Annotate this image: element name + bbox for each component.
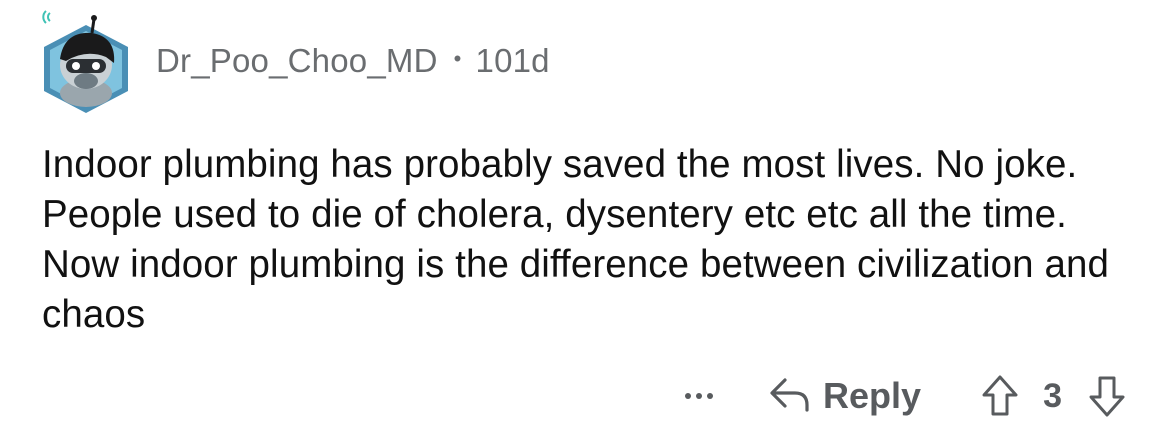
vote-score: 3 — [1043, 376, 1062, 415]
ellipsis-icon — [685, 393, 692, 399]
downvote-arrow-icon[interactable] — [1088, 374, 1126, 418]
comment-body: Indoor plumbing has probably saved the m… — [42, 143, 1109, 336]
comment: Dr_Poo_Choo_MD • 101d Indoor plumbing ha… — [0, 0, 1170, 432]
comment-age: 101d — [475, 42, 550, 79]
reply-arrow-icon — [769, 376, 811, 417]
comment-header: Dr_Poo_Choo_MD • 101d — [36, 6, 550, 116]
author-name[interactable]: Dr_Poo_Choo_MD — [156, 42, 438, 80]
reply-button[interactable]: Reply — [769, 375, 921, 417]
more-options-button[interactable] — [685, 376, 714, 416]
ellipsis-icon-dot — [696, 393, 703, 399]
ellipsis-icon-dot — [707, 393, 714, 399]
vote-controls: 3 — [981, 374, 1126, 418]
avatar[interactable] — [36, 9, 136, 113]
meta-separator: • — [453, 46, 462, 71]
comment-actions: Reply 3 — [685, 368, 1126, 424]
upvote-arrow-icon[interactable] — [981, 374, 1019, 418]
comment-meta: Dr_Poo_Choo_MD • 101d — [156, 42, 550, 80]
reply-label: Reply — [823, 375, 922, 416]
